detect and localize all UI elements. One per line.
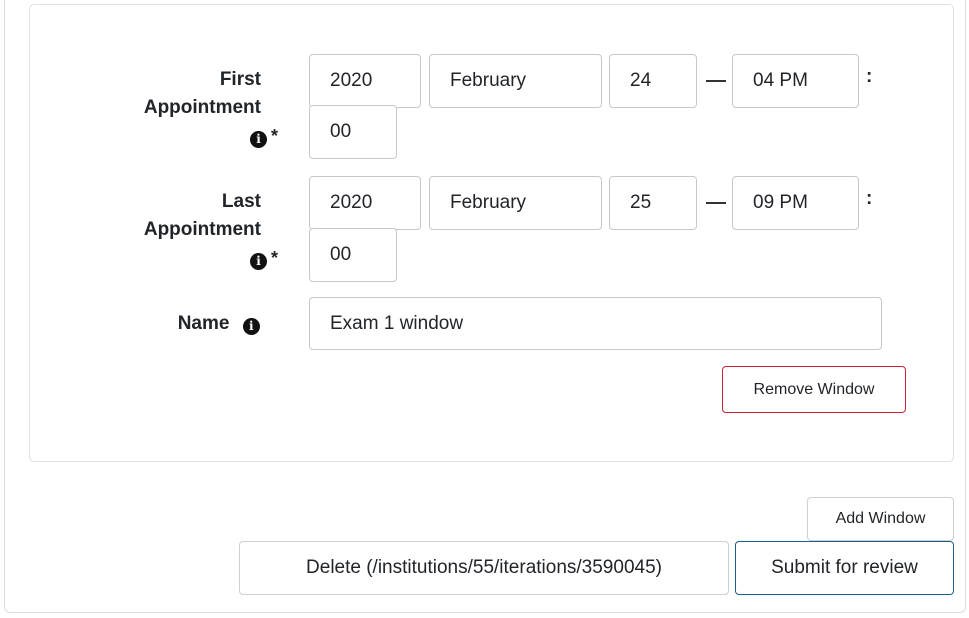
first-appointment-hour-select[interactable]: 04 PM — [732, 54, 859, 108]
first-appointment-label-line1: First — [219, 69, 261, 90]
info-circle-icon[interactable]: i — [249, 131, 267, 148]
first-appointment-day-select[interactable]: 24 — [609, 54, 697, 108]
first-appointment-year-select[interactable]: 2020 — [309, 54, 421, 108]
name-label: Name i — [100, 310, 278, 338]
last-appointment-hour-select[interactable]: 09 PM — [732, 176, 859, 230]
last-appointment-label-line2: Appointment — [143, 219, 261, 240]
submit-for-review-button[interactable]: Submit for review — [735, 541, 954, 595]
last-appointment-label-line1: Last — [221, 191, 261, 212]
date-time-dash — [706, 80, 726, 82]
add-window-button[interactable]: Add Window — [807, 497, 954, 541]
last-appointment-year-select[interactable]: 2020 — [309, 176, 421, 230]
first-appointment-label: First Appointment i * — [100, 66, 278, 151]
last-appointment-label: Last Appointment i * — [100, 188, 278, 273]
first-appointment-label-icons: i * — [100, 122, 278, 151]
window-name-input[interactable]: Exam 1 window — [309, 297, 882, 350]
last-appointment-label-icons: i * — [100, 244, 278, 273]
time-colon: : — [866, 66, 873, 87]
required-asterisk: * — [270, 248, 278, 268]
delete-button[interactable]: Delete (/institutions/55/iterations/3590… — [239, 541, 729, 595]
date-time-dash — [706, 202, 726, 204]
first-appointment-minute-select[interactable]: 00 — [309, 105, 397, 159]
time-colon: : — [866, 188, 873, 209]
last-appointment-month-select[interactable]: February — [429, 176, 602, 230]
last-appointment-day-select[interactable]: 25 — [609, 176, 697, 230]
info-circle-icon[interactable]: i — [249, 253, 267, 270]
first-appointment-month-select[interactable]: February — [429, 54, 602, 108]
required-asterisk: * — [270, 126, 278, 146]
first-appointment-label-line2: Appointment — [143, 97, 261, 118]
info-circle-icon[interactable]: i — [242, 318, 260, 335]
name-label-text: Name — [177, 313, 230, 334]
last-appointment-minute-select[interactable]: 00 — [309, 228, 397, 282]
remove-window-button[interactable]: Remove Window — [722, 366, 906, 413]
